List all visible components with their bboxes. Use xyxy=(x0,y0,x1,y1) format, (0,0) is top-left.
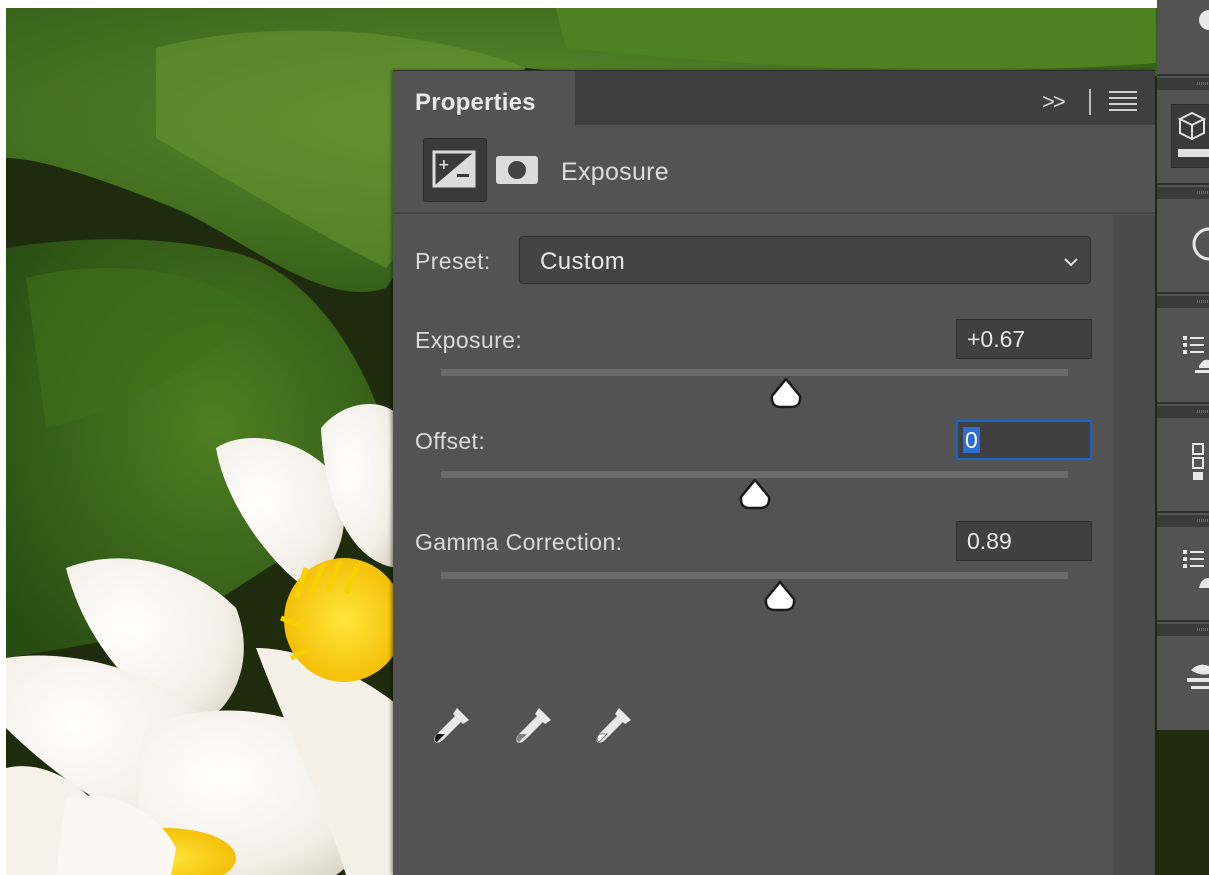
dock-grip[interactable] xyxy=(1157,296,1209,308)
leaf-icon[interactable] xyxy=(1177,660,1209,700)
dock-grip[interactable] xyxy=(1157,515,1209,527)
dock-separator xyxy=(1157,620,1209,622)
dock-grip[interactable] xyxy=(1157,187,1209,199)
exposure-label: Exposure: xyxy=(415,327,523,353)
list-icon[interactable] xyxy=(1177,334,1209,374)
adjustment-name: Exposure xyxy=(561,158,670,186)
panel-scrollbar[interactable] xyxy=(1113,215,1155,875)
white-point-eyedropper-icon[interactable] xyxy=(593,704,635,750)
tab-divider xyxy=(1089,89,1091,115)
exposure-slider-track[interactable] xyxy=(441,369,1068,376)
dock-grip[interactable] xyxy=(1157,78,1209,90)
preset-value: Custom xyxy=(540,248,626,275)
circle-icon[interactable] xyxy=(1177,6,1209,46)
preset-label: Preset: xyxy=(415,248,491,274)
gamma-slider-track[interactable] xyxy=(441,572,1068,579)
dock-separator xyxy=(1157,402,1209,404)
layer-mask-icon[interactable] xyxy=(494,155,540,185)
offset-slider-thumb[interactable] xyxy=(738,477,772,511)
svg-text:+: + xyxy=(438,157,450,173)
gamma-value-field[interactable]: 0.89 xyxy=(956,521,1092,561)
exposure-slider-thumb[interactable] xyxy=(769,376,803,410)
gamma-value: 0.89 xyxy=(967,528,1012,554)
gamma-slider-thumb[interactable] xyxy=(763,579,797,613)
dock-grip[interactable] xyxy=(1157,624,1209,636)
adjustment-header: + Exposure xyxy=(393,124,1155,214)
dock-separator xyxy=(1157,511,1209,513)
chevron-down-icon xyxy=(1064,258,1078,267)
exposure-adjustment-icon[interactable]: + xyxy=(423,138,487,202)
right-panel-dock xyxy=(1157,0,1209,730)
exposure-value-field[interactable]: +0.67 xyxy=(956,319,1092,359)
exposure-value: +0.67 xyxy=(967,326,1026,352)
hamburger-menu-icon[interactable] xyxy=(1109,91,1137,113)
offset-value: 0 xyxy=(963,427,980,453)
black-point-eyedropper-icon[interactable] xyxy=(431,704,473,750)
offset-value-field[interactable]: 0 xyxy=(956,420,1092,460)
layers-icon[interactable] xyxy=(1177,440,1209,480)
panel-tab-bar: Properties >> xyxy=(393,70,1155,126)
gamma-correction-label: Gamma Correction: xyxy=(415,529,623,555)
gray-point-eyedropper-icon[interactable] xyxy=(513,704,555,750)
preset-dropdown[interactable]: Custom xyxy=(519,236,1091,284)
circle-icon[interactable] xyxy=(1177,224,1209,264)
dock-grip[interactable] xyxy=(1157,406,1209,418)
cube-icon[interactable] xyxy=(1171,104,1209,168)
list-icon[interactable] xyxy=(1177,548,1209,588)
dock-separator xyxy=(1157,74,1209,76)
properties-panel: Properties >> + Exposure Preset: Custom … xyxy=(393,70,1155,875)
panel-title: Properties xyxy=(415,89,536,116)
dock-separator xyxy=(1157,183,1209,185)
tab-properties[interactable]: Properties xyxy=(393,71,575,126)
dock-separator xyxy=(1157,292,1209,294)
double-chevron-right-icon[interactable]: >> xyxy=(1042,89,1066,115)
offset-label: Offset: xyxy=(415,428,486,454)
